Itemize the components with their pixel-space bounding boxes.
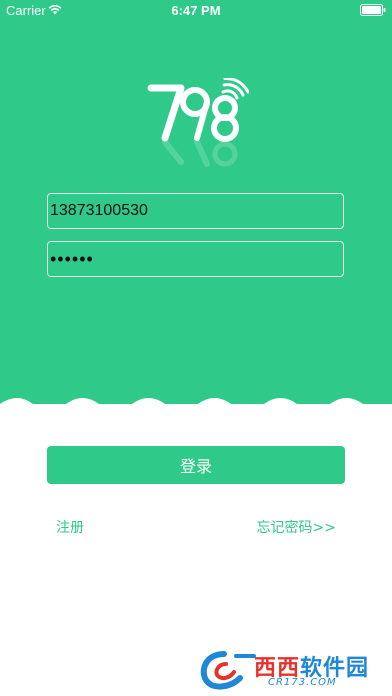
watermark-swoosh-icon — [200, 651, 256, 690]
password-input[interactable] — [47, 241, 344, 277]
wave-divider — [0, 398, 392, 426]
status-time: 6:47 PM — [171, 3, 221, 18]
battery-icon — [360, 4, 386, 16]
login-screen: Carrier 6:47 PM 13873100530 •••••• 登录 注册… — [0, 0, 392, 696]
login-button[interactable]: 登录 — [47, 446, 345, 484]
status-bar: Carrier 6:47 PM — [0, 0, 392, 20]
watermark-logo: 西西软件园 CR173.COM — [196, 648, 386, 692]
app-logo — [147, 78, 249, 167]
signal-arcs-icon — [221, 78, 249, 100]
phone-input[interactable] — [47, 193, 344, 229]
watermark-domain: CR173.COM — [268, 677, 337, 688]
register-link[interactable]: 注册 — [56, 517, 84, 537]
forgot-password-link[interactable]: 忘记密码>> — [257, 517, 336, 537]
